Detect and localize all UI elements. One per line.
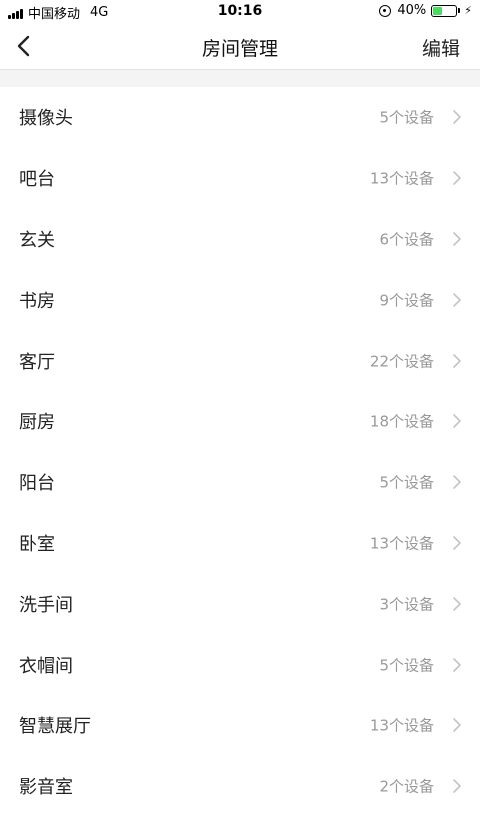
chevron-right-icon [453, 414, 461, 429]
room-device-count: 6个设备 [379, 230, 434, 249]
room-device-count: 9个设备 [379, 291, 434, 310]
room-item[interactable]: 智慧展厅 13个设备 [0, 694, 480, 756]
room-item[interactable]: 客厅 22个设备 [0, 330, 480, 391]
room-name: 卧室 [19, 533, 55, 555]
chevron-left-icon [17, 35, 30, 57]
room-name: 衣帽间 [19, 655, 73, 677]
chevron-right-icon [453, 171, 461, 185]
chevron-right-icon [453, 232, 461, 246]
edit-button[interactable]: 编辑 [422, 34, 460, 61]
nav-bar: 房间管理 编辑 [0, 24, 480, 70]
room-item[interactable]: 厨房 18个设备 [0, 390, 480, 452]
room-item[interactable]: 书房 9个设备 [0, 269, 480, 331]
room-device-count: 5个设备 [379, 473, 434, 492]
room-device-count: 13个设备 [369, 534, 434, 553]
chevron-right-icon [453, 110, 461, 125]
room-name: 玄关 [19, 229, 55, 251]
battery-icon [431, 4, 458, 17]
room-device-count: 2个设备 [379, 777, 434, 796]
room-item[interactable]: 影音室 2个设备 [0, 755, 480, 817]
room-device-count: 5个设备 [379, 656, 434, 675]
room-name: 客厅 [19, 351, 55, 373]
room-name: 洗手间 [19, 594, 73, 616]
chevron-right-icon [453, 657, 461, 672]
room-item[interactable]: 吧台 13个设备 [0, 147, 480, 209]
chevron-right-icon [453, 475, 461, 489]
room-name: 阳台 [19, 473, 55, 495]
status-right: 40% ⚡ [379, 3, 472, 18]
room-item[interactable]: 衣帽间 5个设备 [0, 634, 480, 695]
room-list: 摄像头 5个设备 吧台 13个设备 玄关 6个设备 书房 9个设备 客厅 22个设备 厨房 18个设备… [0, 87, 480, 817]
room-name: 摄像头 [19, 108, 73, 130]
chevron-right-icon [453, 779, 461, 793]
room-device-count: 13个设备 [369, 169, 434, 188]
status-bar: 中国移动 4G 10:16 40% ⚡ [0, 0, 480, 24]
chevron-right-icon [453, 596, 461, 611]
charging-bolt-icon: ⚡ [464, 4, 472, 17]
room-item[interactable]: 阳台 5个设备 [0, 451, 480, 513]
battery-fill [433, 6, 443, 15]
room-device-count: 22个设备 [369, 352, 434, 371]
room-device-count: 18个设备 [369, 412, 434, 431]
room-name: 厨房 [19, 412, 55, 434]
battery-cap [458, 8, 461, 13]
room-name: 影音室 [19, 777, 73, 799]
room-item[interactable]: 玄关 6个设备 [0, 208, 480, 270]
room-item[interactable]: 卧室 13个设备 [0, 512, 480, 574]
page-title: 房间管理 [201, 38, 278, 60]
chevron-right-icon [453, 353, 461, 368]
room-name: 书房 [19, 290, 55, 312]
chevron-right-icon [453, 718, 461, 733]
back-button[interactable] [12, 33, 36, 59]
room-device-count: 13个设备 [369, 716, 434, 735]
room-name: 吧台 [19, 169, 55, 191]
room-name: 智慧展厅 [19, 716, 91, 738]
room-item[interactable]: 洗手间 3个设备 [0, 573, 480, 635]
battery-percent: 40% [397, 3, 427, 18]
section-gap [0, 70, 480, 87]
room-device-count: 3个设备 [379, 595, 434, 614]
room-item[interactable]: 摄像头 5个设备 [0, 87, 480, 148]
chevron-right-icon [453, 292, 461, 307]
room-device-count: 5个设备 [379, 108, 434, 127]
rotation-lock-icon [379, 4, 392, 17]
chevron-right-icon [453, 536, 461, 550]
